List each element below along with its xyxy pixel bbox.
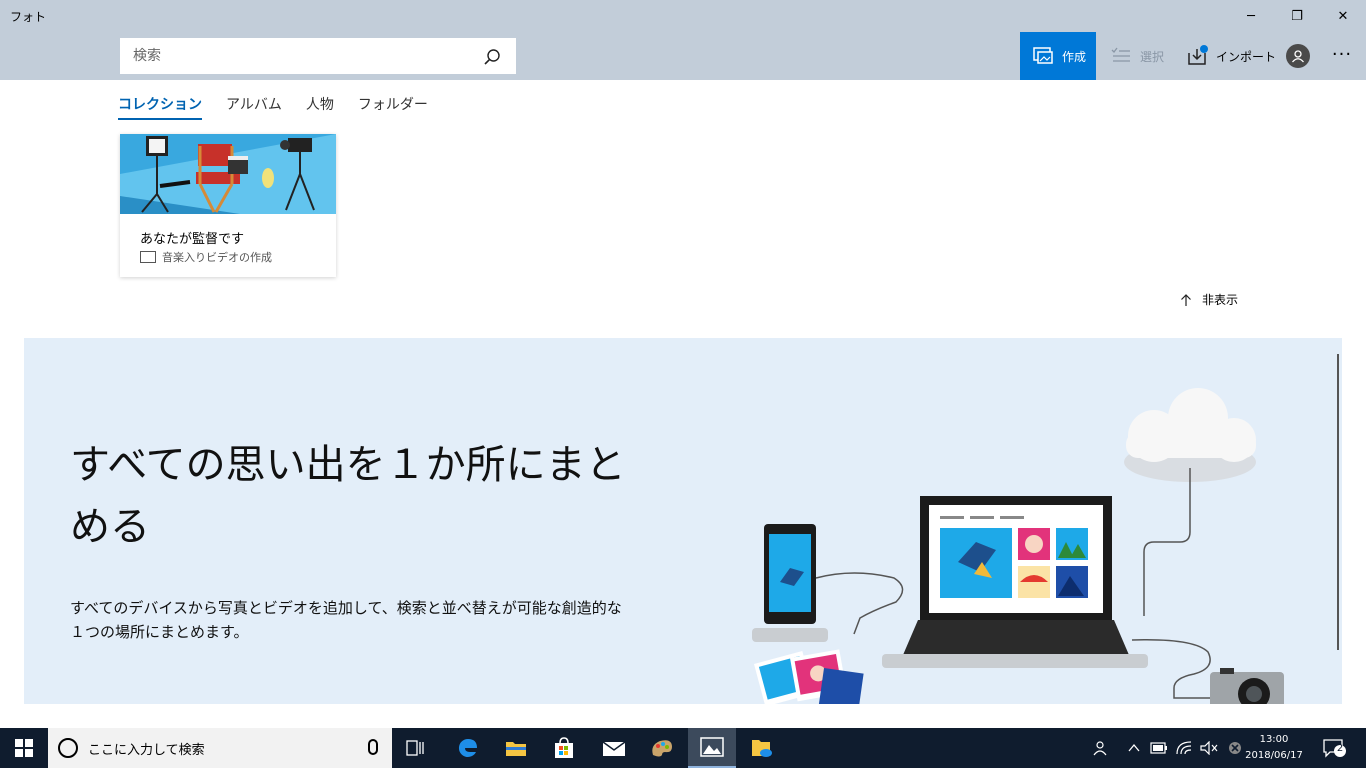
tab-album[interactable]: アルバム (226, 94, 282, 120)
search-icon[interactable] (483, 48, 501, 66)
restore-button[interactable]: ❐ (1274, 0, 1320, 32)
tab-people[interactable]: 人物 (306, 94, 334, 120)
windows-logo-icon (15, 739, 33, 757)
photos-taskbar-button[interactable] (688, 728, 736, 768)
app-header: フォト ─ ❐ ✕ 作成 選択 インポート (0, 0, 1366, 80)
status-error-icon[interactable] (1228, 741, 1242, 755)
mail-taskbar-button[interactable] (590, 728, 638, 768)
import-icon (1188, 45, 1208, 65)
chevron-up-icon[interactable] (1128, 743, 1140, 753)
task-view-icon (406, 740, 424, 756)
import-button[interactable]: インポート (1186, 32, 1282, 80)
mail-icon (602, 741, 626, 756)
hide-label: 非表示 (1202, 293, 1239, 307)
notification-count: 2 (1336, 743, 1344, 754)
account-avatar[interactable] (1286, 44, 1310, 68)
taskbar: ここに入力して検索 13:00 2018/06/17 2 (0, 728, 1366, 768)
card-title: あなたが監督です (140, 232, 245, 247)
tab-collection[interactable]: コレクション (118, 94, 202, 120)
select-list-icon (1111, 47, 1130, 62)
promo-banner: すべての思い出を１か所にまとめる すべてのデバイスから写真とビデオを追加して、検… (24, 338, 1342, 704)
cortana-icon (58, 738, 78, 758)
start-button[interactable] (0, 728, 48, 768)
paint-palette-icon (652, 740, 672, 757)
create-label: 作成 (1062, 49, 1087, 64)
system-tray (1092, 728, 1242, 768)
create-button[interactable]: 作成 (1020, 32, 1096, 80)
devices-illustration (752, 388, 1284, 704)
paint-taskbar-button[interactable] (638, 728, 686, 768)
create-icon (1033, 47, 1053, 64)
battery-icon[interactable] (1150, 742, 1168, 754)
clock[interactable]: 13:00 2018/06/17 (1244, 732, 1304, 764)
search-input[interactable] (121, 39, 481, 73)
onedrive-folder-taskbar-button[interactable] (738, 728, 786, 768)
clock-date: 2018/06/17 (1245, 750, 1303, 761)
edge-icon (458, 738, 477, 757)
app-title: フォト (10, 10, 47, 24)
video-remix-card[interactable]: あなたが監督です 音楽入りビデオの作成 (120, 134, 336, 277)
banner-description: すべてのデバイスから写真とビデオを追加して、検索と並べ替えが可能な創造的な１つの… (70, 599, 622, 641)
folder-icon (506, 742, 526, 756)
store-taskbar-button[interactable] (540, 728, 588, 768)
edge-taskbar-button[interactable] (444, 728, 492, 768)
volume-muted-icon[interactable] (1200, 741, 1218, 755)
clock-time: 13:00 (1259, 734, 1289, 745)
store-icon (555, 737, 573, 758)
director-illustration (120, 134, 336, 214)
action-center-button[interactable]: 2 (1322, 738, 1346, 758)
taskbar-search-placeholder: ここに入力して検索 (88, 742, 205, 758)
minimize-button[interactable]: ─ (1228, 0, 1274, 32)
search-box[interactable] (120, 38, 516, 74)
tab-folder[interactable]: フォルダー (358, 94, 428, 120)
cloud-icon (1124, 388, 1256, 482)
collection-tabs: コレクション アルバム 人物 フォルダー (118, 94, 428, 120)
explorer-taskbar-button[interactable] (492, 728, 540, 768)
banner-title: すべての思い出を１か所にまとめる (70, 442, 626, 550)
card-subtitle: 音楽入りビデオの作成 (162, 251, 272, 264)
video-icon (140, 251, 156, 263)
person-icon (1292, 50, 1304, 63)
microphone-icon[interactable] (368, 739, 378, 755)
people-icon[interactable] (1092, 740, 1112, 756)
scrollbar[interactable] (1337, 354, 1339, 650)
taskbar-search[interactable]: ここに入力して検索 (48, 728, 392, 768)
card-subtitle-row: 音楽入りビデオの作成 (140, 249, 272, 265)
network-icon[interactable] (1176, 741, 1192, 755)
select-label: 選択 (1140, 49, 1165, 64)
photos-icon (700, 737, 724, 757)
cloud-folder-icon (752, 740, 772, 757)
close-button[interactable]: ✕ (1320, 0, 1366, 32)
import-label: インポート (1216, 49, 1277, 64)
select-button[interactable]: 選択 (1104, 32, 1180, 80)
more-options-button[interactable]: ··· (1326, 44, 1358, 68)
task-view-button[interactable] (392, 728, 440, 768)
hide-button[interactable]: 非表示 (1180, 291, 1238, 308)
arrow-up-icon (1181, 293, 1191, 306)
